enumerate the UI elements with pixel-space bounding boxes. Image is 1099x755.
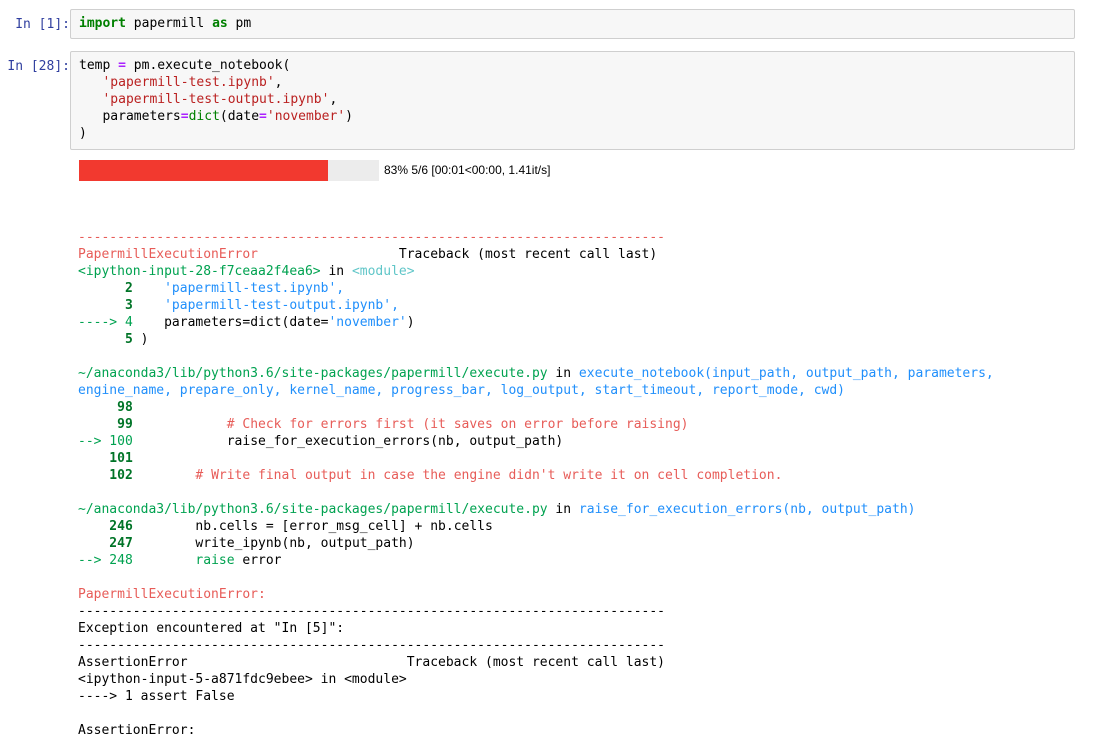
progress-bar (79, 160, 379, 181)
line-number: 3 (78, 298, 133, 313)
function-signature: execute_notebook(input_path, output_path… (578, 366, 994, 381)
current-line-arrow: ----> 4 (78, 315, 133, 330)
code-text: parameters=dict(date= (164, 315, 329, 330)
current-line-arrow: --> 248 (78, 553, 133, 568)
in-text: in (547, 502, 579, 517)
line-number: 5 (78, 332, 133, 347)
cell-prompt-1: In [1]: (15, 17, 70, 32)
code-line: parameters=dict(date='november') (79, 108, 1066, 125)
exception-message: Exception encountered at "In [5]": (78, 621, 345, 636)
alias: pm (227, 16, 252, 31)
in-text: in (547, 366, 579, 381)
code-text: error (234, 553, 282, 568)
string-literal: 'papermill-test.ipynb' (102, 75, 275, 90)
builtin: dict (188, 109, 220, 124)
module-name: papermill (125, 16, 213, 31)
frame-input: <ipython-input-28-f7ceaa2f4ea6> (78, 264, 321, 279)
cell-prompt-28: In [28]: (7, 59, 70, 74)
string-literal: 'papermill-test-output.ipynb' (102, 92, 330, 107)
code-text: (date (219, 109, 260, 124)
keyword: raise (132, 553, 235, 568)
code-line: temp = pm.execute_notebook( (79, 57, 1066, 74)
error-output: ----------------------------------------… (78, 229, 1088, 739)
line-number: 98 (78, 400, 133, 415)
error-name: PapermillExecutionError (78, 247, 259, 262)
operator: = (259, 109, 267, 124)
error-label: PapermillExecutionError: (78, 587, 266, 602)
code-line: 'papermill-test-output.ipynb', (79, 91, 1066, 108)
in-text: in (320, 264, 352, 279)
code-text: pm.execute_notebook( (125, 58, 291, 73)
separator: ----------------------------------------… (78, 604, 665, 619)
string-literal: 'november' (328, 315, 407, 330)
keyword: import (79, 16, 126, 31)
code-line: import papermill as pm (79, 15, 1066, 32)
separator: ----------------------------------------… (78, 638, 665, 653)
code-text: parameters (102, 109, 181, 124)
assert-line: ----> 1 assert False (78, 689, 235, 704)
code-text: , (274, 75, 283, 90)
separator: ----------------------------------------… (78, 230, 665, 245)
traceback-header: Traceback (most recent call last) (187, 655, 666, 670)
code-line: 'papermill-test.ipynb', (79, 74, 1066, 91)
operator: = (118, 58, 126, 73)
traceback-header: Traceback (most recent call last) (258, 247, 658, 262)
code-text: raise_for_execution_errors(nb, output_pa… (132, 434, 564, 449)
operator: = (180, 109, 189, 124)
code-cell-1[interactable]: import papermill as pm (70, 9, 1075, 39)
code-text: write_ipynb(nb, output_path) (132, 536, 415, 551)
function-signature: engine_name, prepare_only, kernel_name, … (78, 383, 846, 398)
code-cell-28[interactable]: temp = pm.execute_notebook( 'papermill-t… (70, 51, 1075, 150)
code-comment: # Write final output in case the engine … (132, 468, 783, 483)
code-text: nb.cells = [error_msg_cell] + nb.cells (132, 519, 493, 534)
current-line-arrow: --> 100 (78, 434, 133, 449)
code-text: ) (79, 126, 87, 141)
code-comment: # Check for errors first (it saves on er… (132, 417, 689, 432)
keyword: as (212, 16, 228, 31)
string-literal: 'papermill-test.ipynb', (164, 281, 345, 296)
line-number: 246 (78, 519, 133, 534)
code-line: ) (79, 125, 1066, 142)
line-number: 247 (78, 536, 133, 551)
file-path: ~/anaconda3/lib/python3.6/site-packages/… (78, 366, 548, 381)
line-number: 2 (78, 281, 133, 296)
assertion-name: AssertionError (78, 655, 188, 670)
line-number: 102 (78, 468, 133, 483)
string-literal: 'papermill-test-output.ipynb', (164, 298, 399, 313)
code-text: ) (345, 109, 353, 124)
code-text: , (329, 92, 338, 107)
code-text: ) (132, 332, 149, 347)
code-text: ) (406, 315, 415, 330)
string-literal: 'november' (266, 109, 346, 124)
line-number: 99 (78, 417, 133, 432)
file-path: ~/anaconda3/lib/python3.6/site-packages/… (78, 502, 548, 517)
frame-input: <ipython-input-5-a871fdc9ebee> in <modul… (78, 672, 407, 687)
line-number: 101 (78, 451, 133, 466)
function-signature: raise_for_execution_errors(nb, output_pa… (578, 502, 916, 517)
progress-text: 83% 5/6 [00:01<00:00, 1.41it/s] (384, 163, 551, 177)
progress-bar-fill (79, 160, 328, 181)
frame-module: <module> (351, 264, 415, 279)
code-text: temp (79, 58, 119, 73)
assertion-final: AssertionError: (78, 723, 196, 738)
